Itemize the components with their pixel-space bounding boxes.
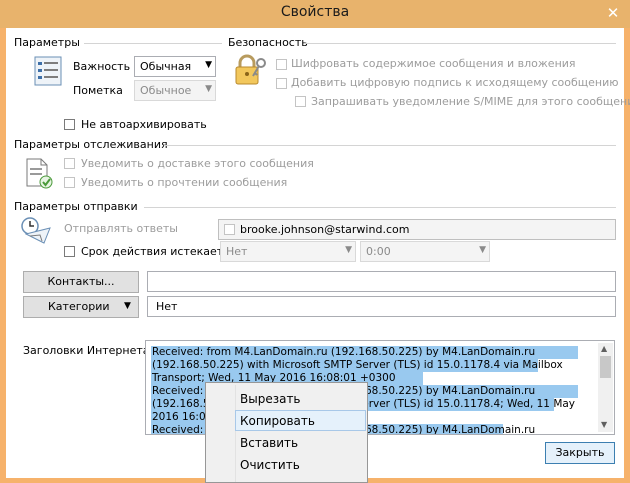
delivery-separator xyxy=(144,207,616,208)
chevron-down-icon: ▼ xyxy=(124,301,131,311)
sensitivity-select[interactable]: Обычное ▼ xyxy=(134,80,216,101)
no-autoarchive-checkbox[interactable] xyxy=(64,119,75,130)
read-receipt-label: Уведомить о прочтении сообщения xyxy=(81,176,288,189)
headers-vertical-scrollbar[interactable]: ▲ ▼ xyxy=(598,343,613,432)
delivery-heading: Параметры отправки xyxy=(14,200,138,213)
menu-item-paste[interactable]: Вставить xyxy=(240,436,298,450)
delivery-receipt-label: Уведомить о доставке этого сообщения xyxy=(81,157,314,170)
sensitivity-value: Обычное xyxy=(140,84,192,97)
expires-time-select[interactable]: 0:00 ▼ xyxy=(360,241,490,262)
importance-select[interactable]: Обычная ▼ xyxy=(134,56,216,77)
encrypt-checkbox[interactable] xyxy=(276,59,287,70)
send-clock-icon xyxy=(20,216,54,249)
delivery-receipt-checkbox[interactable] xyxy=(64,158,75,169)
window-title: Свойства xyxy=(280,4,350,20)
smime-label: Запрашивать уведомление S/MIME для этого… xyxy=(311,95,630,108)
reply-to-field[interactable]: brooke.johnson@starwind.com xyxy=(218,219,616,240)
expires-time-value: 0:00 xyxy=(366,245,391,258)
context-menu: Вырезать Копировать Вставить Очистить xyxy=(205,382,368,483)
categories-button-label: Категории xyxy=(48,300,110,313)
reply-to-checkbox xyxy=(224,224,235,235)
chevron-down-icon: ▼ xyxy=(205,60,212,70)
close-button[interactable]: Закрыть xyxy=(545,442,615,464)
categories-value: Нет xyxy=(156,300,178,313)
header-line: (192.168.50.225) with Microsoft SMTP Ser… xyxy=(152,359,563,371)
contacts-field[interactable] xyxy=(147,271,616,292)
reply-to-value: brooke.johnson@starwind.com xyxy=(240,223,410,236)
menu-item-clear[interactable]: Очистить xyxy=(240,458,300,472)
contacts-button-label: Контакты... xyxy=(47,275,115,288)
window-close-button[interactable]: ✕ xyxy=(596,0,630,26)
security-heading: Безопасность xyxy=(228,36,308,49)
expires-date-value: Нет xyxy=(226,245,248,258)
tracking-heading: Параметры отслеживания xyxy=(14,138,168,151)
categories-button[interactable]: Категории ▼ xyxy=(23,296,139,318)
smime-checkbox[interactable] xyxy=(295,96,306,107)
read-receipt-checkbox[interactable] xyxy=(64,177,75,188)
chevron-down-icon: ▼ xyxy=(479,245,486,255)
no-autoarchive-label: Не автоархивировать xyxy=(81,118,207,131)
security-separator xyxy=(304,43,616,44)
categories-field[interactable]: Нет xyxy=(147,296,616,317)
menu-item-cut[interactable]: Вырезать xyxy=(240,392,301,406)
close-button-label: Закрыть xyxy=(555,446,605,459)
settings-separator xyxy=(84,43,222,44)
chevron-down-icon: ▼ xyxy=(345,245,352,255)
sign-checkbox[interactable] xyxy=(276,78,287,89)
expires-label: Срок действия истекает xyxy=(81,245,224,258)
sensitivity-label: Пометка xyxy=(73,84,123,97)
menu-gutter-separator xyxy=(235,385,236,482)
menu-item-copy[interactable]: Копировать xyxy=(240,414,315,428)
lock-key-icon xyxy=(234,54,268,89)
header-line: Received: from M4.LanDomain.ru (192.168.… xyxy=(152,346,536,358)
importance-label: Важность xyxy=(73,60,131,73)
importance-value: Обычная xyxy=(140,60,192,73)
expires-checkbox[interactable] xyxy=(64,246,75,257)
encrypt-label: Шифровать содержимое сообщения и вложени… xyxy=(291,57,576,70)
contacts-button[interactable]: Контакты... xyxy=(23,271,139,293)
reply-to-label: Отправлять ответы xyxy=(64,222,178,235)
tracking-separator xyxy=(164,145,616,146)
scroll-down-icon[interactable]: ▼ xyxy=(601,420,607,429)
settings-heading: Параметры xyxy=(14,36,80,49)
scrollbar-thumb[interactable] xyxy=(600,356,611,378)
expires-date-select[interactable]: Нет ▼ xyxy=(220,241,356,262)
tracking-document-icon xyxy=(24,158,54,193)
sign-label: Добавить цифровую подпись к исходящему с… xyxy=(291,76,619,89)
chevron-down-icon: ▼ xyxy=(205,84,212,94)
internet-headers-label: Заголовки Интернета xyxy=(23,344,150,357)
settings-icon xyxy=(34,56,62,89)
scroll-up-icon[interactable]: ▲ xyxy=(601,344,607,353)
